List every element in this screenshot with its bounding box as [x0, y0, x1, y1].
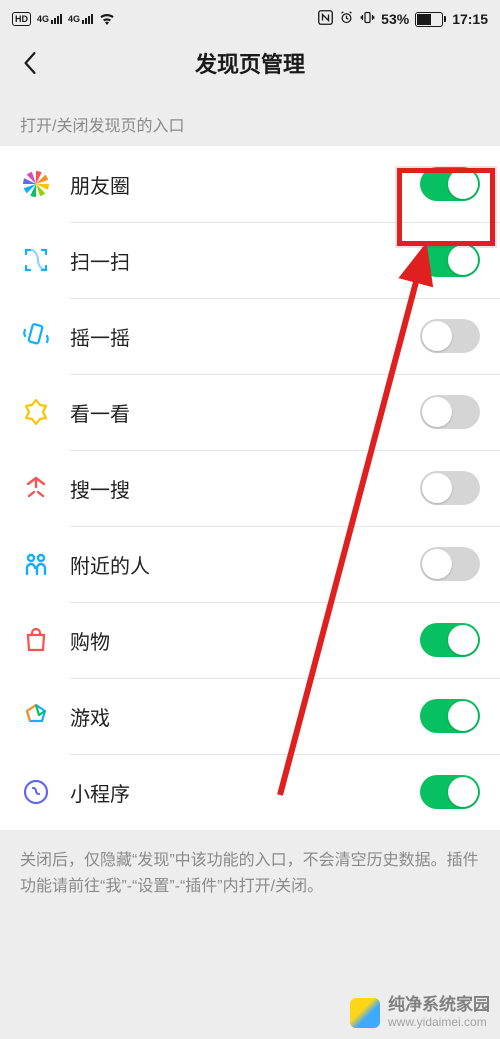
battery-percent: 53% — [381, 11, 409, 27]
row-label: 看一看 — [68, 398, 420, 427]
vibrate-icon — [360, 10, 375, 28]
row-nearby: 附近的人 — [0, 526, 500, 602]
section-label: 打开/关闭发现页的入口 — [0, 92, 500, 146]
wifi-icon — [99, 13, 115, 25]
row-label: 购物 — [68, 626, 420, 655]
toggle-moments[interactable] — [420, 167, 480, 201]
toggle-shopping[interactable] — [420, 623, 480, 657]
row-label: 朋友圈 — [68, 170, 420, 199]
row-label: 附近的人 — [68, 550, 420, 579]
toggle-games[interactable] — [420, 699, 480, 733]
discover-list: 朋友圈 扫一扫 摇一摇 看一看 — [0, 146, 500, 830]
row-label: 搜一搜 — [68, 474, 420, 503]
toggle-search[interactable] — [420, 471, 480, 505]
watermark: 纯净系统家园 www.yidaimei.com — [350, 996, 490, 1029]
row-label: 小程序 — [68, 778, 420, 807]
row-search: 搜一搜 — [0, 450, 500, 526]
alarm-icon — [339, 10, 354, 28]
nearby-icon — [20, 548, 68, 580]
clock: 17:15 — [452, 11, 488, 27]
toggle-scan[interactable] — [420, 243, 480, 277]
row-moments: 朋友圈 — [0, 146, 500, 222]
row-games: 游戏 — [0, 678, 500, 754]
toggle-nearby[interactable] — [420, 547, 480, 581]
shopping-icon — [20, 624, 68, 656]
row-miniprogram: 小程序 — [0, 754, 500, 830]
scan-icon — [20, 244, 68, 276]
sim1-indicator: 4G — [37, 14, 62, 24]
nav-bar: 发现页管理 — [0, 34, 500, 92]
row-label: 扫一扫 — [68, 246, 420, 275]
row-shake: 摇一摇 — [0, 298, 500, 374]
status-bar: HD 4G 4G 53% 17:15 — [0, 0, 500, 34]
moments-icon — [20, 168, 68, 200]
footer-hint: 关闭后，仅隐藏“发现”中该功能的入口，不会清空历史数据。插件功能请前往“我”-“… — [0, 830, 500, 927]
row-scan: 扫一扫 — [0, 222, 500, 298]
shake-icon — [20, 320, 68, 352]
games-icon — [20, 700, 68, 732]
page-title: 发现页管理 — [16, 47, 484, 79]
row-shopping: 购物 — [0, 602, 500, 678]
nfc-icon — [318, 10, 333, 28]
topstories-icon — [20, 396, 68, 428]
sim2-indicator: 4G — [68, 14, 93, 24]
toggle-topstories[interactable] — [420, 395, 480, 429]
hd-indicator: HD — [12, 12, 31, 26]
toggle-miniprogram[interactable] — [420, 775, 480, 809]
row-label: 摇一摇 — [68, 322, 420, 351]
toggle-shake[interactable] — [420, 319, 480, 353]
row-topstories: 看一看 — [0, 374, 500, 450]
watermark-url: www.yidaimei.com — [388, 1015, 490, 1029]
watermark-name: 纯净系统家园 — [388, 996, 490, 1015]
miniprogram-icon — [20, 776, 68, 808]
watermark-logo-icon — [350, 998, 380, 1028]
row-label: 游戏 — [68, 702, 420, 731]
battery-icon — [415, 12, 446, 27]
search-icon — [20, 472, 68, 504]
